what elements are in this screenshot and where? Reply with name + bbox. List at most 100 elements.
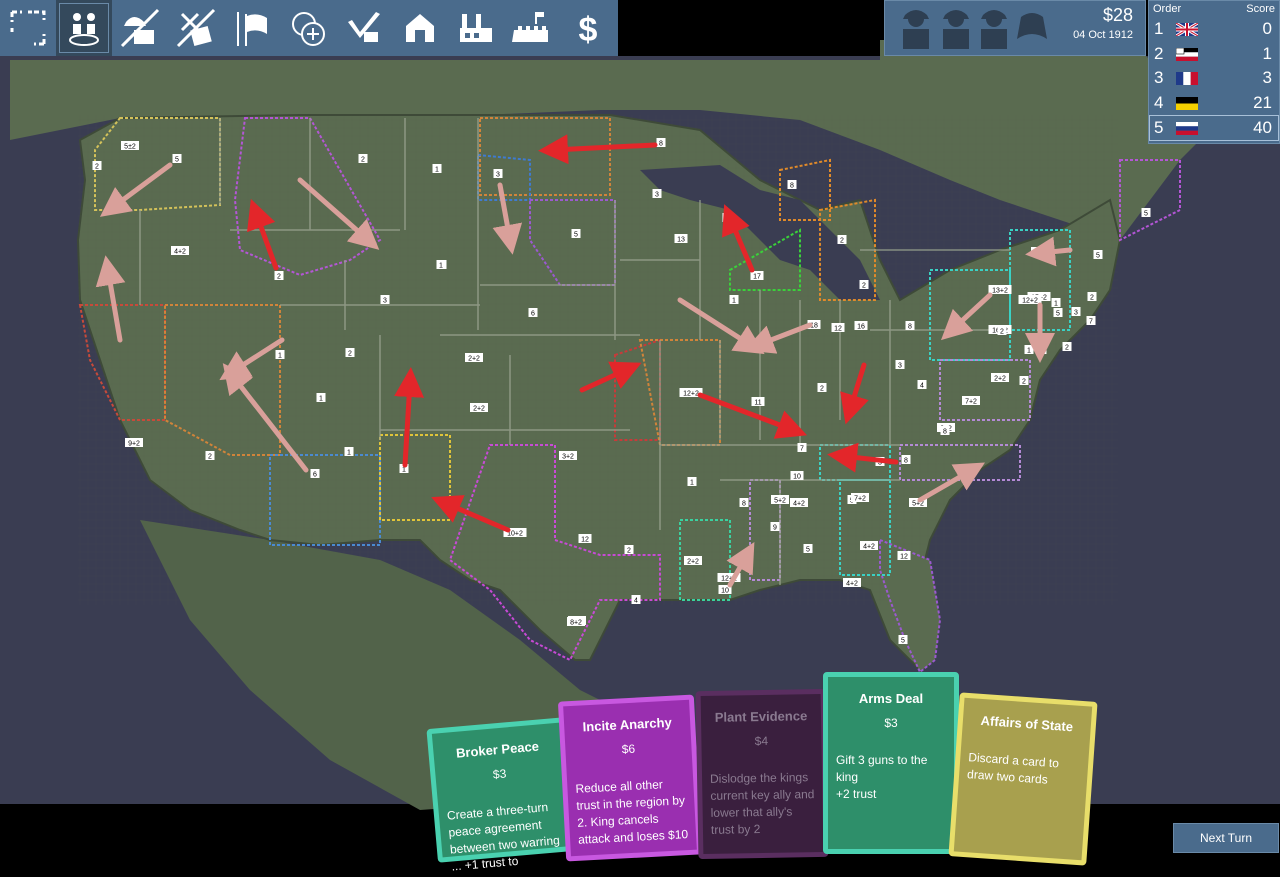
territory-label[interactable]: 2 — [820, 386, 824, 393]
territory-label[interactable]: 12 — [900, 554, 908, 561]
territory-label[interactable]: 4+2 — [793, 501, 805, 508]
score-row-current[interactable]: 5 40 — [1149, 115, 1279, 141]
territory-label[interactable]: 7+2 — [965, 399, 977, 406]
add-coins-tool-button[interactable] — [280, 0, 336, 56]
territory-label[interactable]: 10 — [793, 474, 801, 481]
territory-label[interactable]: 2 — [1022, 379, 1026, 386]
territory-label[interactable]: 11 — [754, 400, 761, 407]
select-tool-button[interactable] — [0, 0, 56, 56]
territory-label[interactable]: 4+2 — [846, 581, 858, 588]
player-4-icon[interactable] — [1015, 7, 1049, 51]
territory-label[interactable]: 1 — [439, 263, 443, 270]
territory-label[interactable]: 8 — [904, 458, 908, 465]
card-incite-anarchy[interactable]: Incite Anarchy $6 Reduce all other trust… — [557, 694, 703, 862]
player-2-icon[interactable] — [939, 7, 973, 51]
territory-label[interactable]: 6 — [313, 472, 317, 479]
factory-tool-button[interactable] — [448, 0, 504, 56]
territory-label[interactable]: 2 — [348, 351, 352, 358]
territory-label[interactable]: 13 — [677, 237, 685, 244]
player-3-icon[interactable] — [977, 7, 1011, 51]
territory-label[interactable]: 2 — [361, 157, 365, 164]
diplomats-tool-button[interactable] — [56, 0, 112, 56]
territory-label[interactable]: 8+2 — [570, 620, 582, 627]
territory-label[interactable]: 9+2 — [128, 441, 140, 448]
territory-label[interactable]: 5 — [1056, 311, 1060, 318]
territory-label[interactable]: 1 — [402, 467, 406, 474]
territory-label[interactable]: 2 — [95, 164, 99, 171]
territory-label[interactable]: 3 — [496, 172, 500, 179]
territory-label[interactable]: 1 — [278, 353, 282, 360]
territory-label[interactable]: 2 — [1000, 329, 1004, 336]
territory-label[interactable]: 3 — [655, 192, 659, 199]
territory-label[interactable]: 2 — [840, 238, 844, 245]
territory-label[interactable]: 13+2 — [992, 288, 1008, 295]
territory-label[interactable]: 12 — [834, 326, 842, 333]
territory-label[interactable]: 12+2 — [1022, 298, 1038, 305]
territory-label[interactable]: 12 — [581, 537, 589, 544]
territory-label[interactable]: 2 — [277, 274, 281, 281]
territory-label[interactable]: 5 — [1096, 253, 1100, 260]
territory-label[interactable]: 12+2 — [683, 391, 699, 398]
territory-label[interactable]: 1 — [435, 167, 439, 174]
card-broker-peace[interactable]: Broker Peace $3 Create a three-turn peac… — [426, 717, 576, 874]
territory-label[interactable]: 2 — [862, 283, 866, 290]
territory-label[interactable]: 8 — [659, 141, 663, 148]
territory-label[interactable]: 2+2 — [473, 406, 485, 413]
score-row[interactable]: 1 0 — [1150, 17, 1278, 41]
territory-label[interactable]: 4+2 — [863, 544, 875, 551]
territory-label[interactable]: 9 — [773, 525, 777, 532]
territory-label[interactable]: 3 — [383, 298, 387, 305]
territory-label[interactable]: 2+2 — [468, 356, 480, 363]
territory-label[interactable]: 8 — [943, 429, 947, 436]
territory-label[interactable]: 16 — [857, 324, 865, 331]
territory-label[interactable]: 2 — [1065, 345, 1069, 352]
territory-label[interactable]: 3 — [1074, 310, 1078, 317]
territory-label[interactable]: 4 — [920, 383, 924, 390]
agent-tool-button[interactable] — [112, 0, 168, 56]
territory-label[interactable]: 7 — [800, 446, 804, 453]
card-plant-evidence[interactable]: Plant Evidence $4 Dislodge the kings cur… — [695, 688, 829, 860]
territory-label[interactable]: 2 — [627, 548, 631, 555]
territory-label[interactable]: 2 — [208, 454, 212, 461]
territory-label[interactable]: 8 — [908, 324, 912, 331]
territory-label[interactable]: 8 — [742, 501, 746, 508]
score-row[interactable]: 3 3 — [1150, 66, 1278, 90]
territory-label[interactable]: 5 — [1144, 211, 1148, 218]
territory-label[interactable]: 1 — [690, 480, 694, 487]
territory-label[interactable]: 1 — [732, 298, 736, 305]
territory-label[interactable]: 5 — [175, 157, 179, 164]
flags-tool-button[interactable] — [224, 0, 280, 56]
territory-label[interactable]: 10 — [721, 588, 729, 595]
territory-label[interactable]: 7 — [1089, 319, 1093, 326]
territory-label[interactable]: 8 — [790, 183, 794, 190]
territory-label[interactable]: 5±2 — [124, 144, 136, 151]
territory-label[interactable]: 4 — [634, 598, 638, 605]
card-affairs-of-state[interactable]: Affairs of State Discard a card to draw … — [948, 692, 1098, 866]
territory-label[interactable]: 1 — [1054, 301, 1058, 308]
territory-label[interactable]: 17 — [753, 274, 761, 281]
territory-label[interactable]: 5 — [806, 547, 810, 554]
territory-label[interactable]: 2 — [1090, 295, 1094, 302]
territory-label[interactable]: 3+2 — [562, 454, 574, 461]
card-arms-deal[interactable]: Arms Deal $3 Gift 3 guns to the king +2 … — [823, 672, 959, 854]
fort-tool-button[interactable] — [504, 0, 560, 56]
territory-label[interactable]: 4+2 — [174, 249, 186, 256]
next-turn-button[interactable]: Next Turn — [1173, 823, 1279, 853]
build-tool-button[interactable] — [336, 0, 392, 56]
finance-tool-button[interactable]: $ — [560, 0, 616, 56]
territory-label[interactable]: 2+2 — [994, 376, 1006, 383]
territory-label[interactable]: 6 — [531, 311, 535, 318]
barn-tool-button[interactable] — [392, 0, 448, 56]
territory-label[interactable]: 3 — [898, 363, 902, 370]
war-treaty-tool-button[interactable] — [168, 0, 224, 56]
territory-label[interactable]: 5+2 — [774, 498, 786, 505]
territory-label[interactable]: 1 — [1027, 348, 1031, 355]
territory-label[interactable]: 7+2 — [854, 496, 866, 503]
territory-label[interactable]: 5 — [901, 638, 905, 645]
territory-label[interactable]: 2+2 — [687, 559, 699, 566]
player-1-icon[interactable] — [899, 7, 933, 51]
territory-label[interactable]: 1 — [319, 396, 323, 403]
territory-label[interactable]: 1 — [347, 450, 351, 457]
score-row[interactable]: 2 1 — [1150, 42, 1278, 66]
territory-label[interactable]: 5 — [574, 232, 578, 239]
